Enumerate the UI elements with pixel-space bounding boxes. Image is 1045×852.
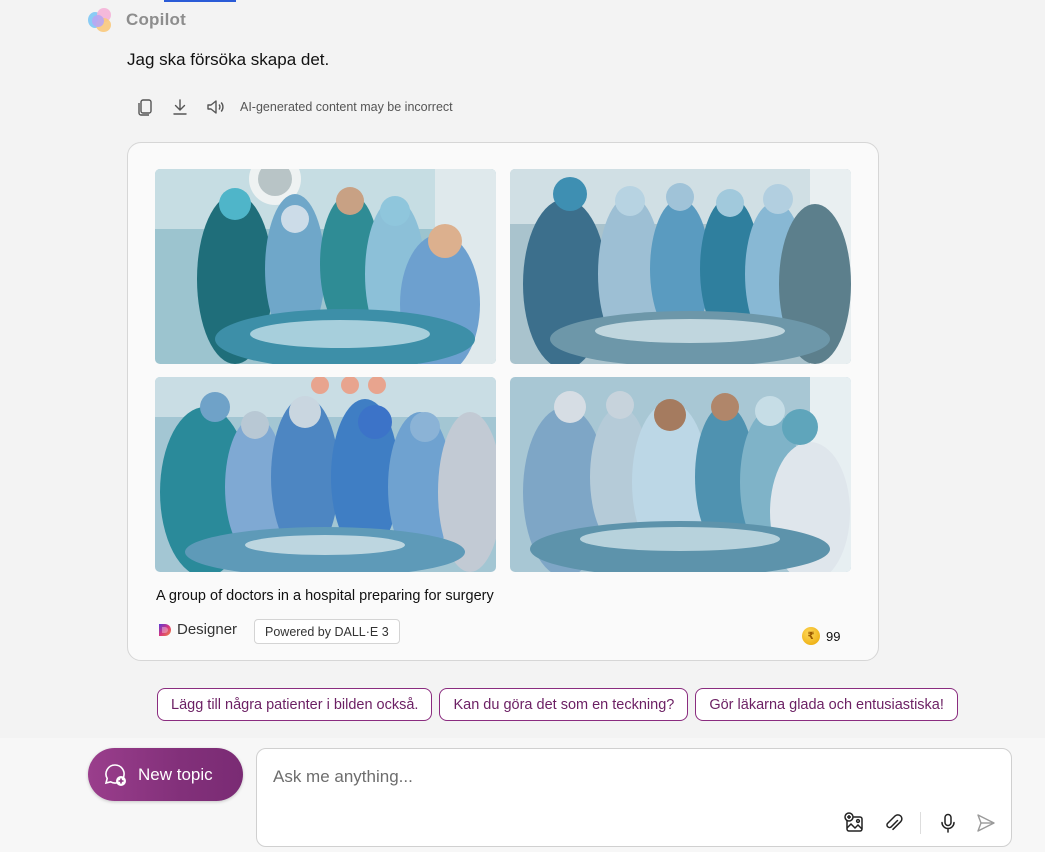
suggestion-chip[interactable]: Lägg till några patienter i bilden också… (157, 688, 433, 721)
designer-logo-icon (159, 623, 171, 636)
attach-button[interactable] (880, 810, 906, 836)
image-creator-card: A group of doctors in a hospital prepari… (127, 142, 879, 661)
tools-divider (920, 812, 921, 834)
generated-image-4[interactable] (510, 377, 851, 572)
new-topic-button[interactable]: New topic (88, 748, 243, 801)
paperclip-icon (886, 814, 903, 831)
suggestion-chip[interactable]: Kan du göra det som en teckning? (439, 688, 689, 721)
speaker-icon (207, 100, 224, 114)
suggestion-chips: Lägg till några patienter i bilden också… (157, 688, 958, 721)
add-image-button[interactable] (842, 810, 868, 836)
add-image-icon (844, 812, 863, 832)
boost-coin-icon: ₹ (802, 627, 820, 645)
copilot-header: Copilot (86, 6, 186, 34)
assistant-message: Jag ska försöka skapa det. (127, 50, 330, 69)
designer-label: Designer (177, 621, 238, 638)
copy-icon (138, 99, 152, 116)
read-aloud-button[interactable] (203, 95, 227, 119)
chat-input-box (256, 748, 1012, 847)
ai-disclaimer: AI-generated content may be incorrect (240, 100, 453, 114)
microphone-button[interactable] (935, 810, 961, 836)
boost-count: 99 (826, 628, 841, 644)
generated-image-1[interactable] (155, 169, 496, 364)
copilot-logo-icon (86, 6, 114, 34)
message-actions: AI-generated content may be incorrect (133, 94, 453, 120)
generated-image-2[interactable] (510, 169, 851, 364)
image-caption: A group of doctors in a hospital prepari… (156, 588, 494, 604)
generated-image-3[interactable] (155, 377, 496, 572)
top-accent-bar (164, 0, 236, 2)
send-button[interactable] (973, 810, 999, 836)
chat-input[interactable] (273, 765, 973, 789)
microphone-icon (941, 813, 955, 833)
powered-by-badge: Powered by DALL·E 3 (254, 619, 400, 644)
suggestion-chip[interactable]: Gör läkarna glada och entusiastiska! (695, 688, 958, 721)
copy-button[interactable] (133, 95, 157, 119)
designer-link[interactable]: Designer (157, 621, 237, 638)
new-topic-icon (104, 763, 126, 786)
download-button[interactable] (168, 95, 192, 119)
input-tools (830, 810, 999, 836)
new-topic-label: New topic (138, 764, 213, 784)
boost-counter: ₹ 99 (802, 627, 840, 645)
copilot-name: Copilot (126, 10, 186, 29)
send-icon (977, 814, 995, 832)
download-icon (173, 99, 187, 115)
